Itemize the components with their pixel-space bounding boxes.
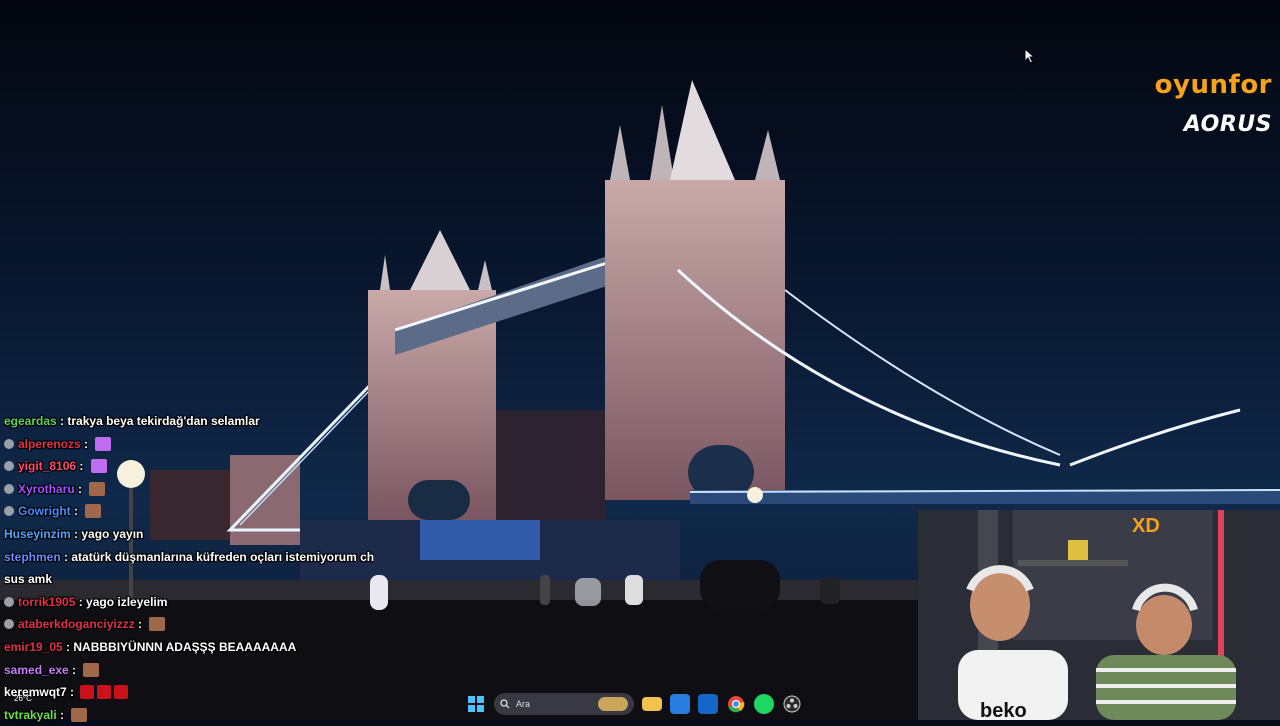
chat-text: sus amk [4,572,53,587]
chat-emote-icon [85,504,102,519]
chat-text: yago izleyelim [86,594,168,609]
search-highlight-image [598,697,628,711]
chat-message: torrik1905 : yago izleyelim [4,591,374,614]
chat-username[interactable]: torrik1905 [18,595,75,609]
store-icon[interactable] [670,694,690,714]
chat-username[interactable]: alperenozs [18,437,81,451]
oyunfor-logo: oyunfor [1155,70,1272,100]
chat-emote-icon [83,662,100,677]
file-explorer-icon[interactable] [642,697,662,711]
chat-emote-icon [149,617,166,632]
chat-message: sus amk [4,568,374,591]
chat-text: trakya beya tekirdağ'dan selamlar [67,414,260,428]
chat-emote-icon [95,436,112,451]
chat-text: yago yayın [81,526,144,541]
chat-username[interactable]: stephmen [4,550,61,564]
chat-separator: : [80,436,92,451]
chat-username[interactable]: Gowright [18,504,71,518]
chat-badge-icon [4,596,14,607]
chat-message: stephmen : atatürk düşmanlarına küfreden… [4,546,374,569]
windows-start-icon[interactable] [466,694,486,714]
chat-separator: : [60,549,72,564]
mouse-cursor-icon [1024,48,1036,64]
chat-separator: : [62,639,74,654]
chat-separator: : [134,617,146,632]
chat-separator: : [68,662,80,677]
chat-separator: : [74,481,86,496]
chat-message: yigit_8106 : [4,455,374,478]
webcam-feed: XD beko [918,510,1280,720]
chat-emote-icon [90,459,107,474]
chat-message: Huseyinzim : yago yayın [4,523,374,546]
chat-badge-icon [4,506,14,517]
chat-badge-icon [4,461,14,472]
weather-widget[interactable]: 26°C [14,694,32,703]
chat-username[interactable]: Huseyinzim [4,527,71,541]
chat-message: emir19_05 : NABBBIYÜNNN ADAŞŞŞ BEAAAAAAA [4,636,374,659]
chat-badge-icon [4,438,14,449]
chat-separator: : [70,526,82,541]
mail-icon[interactable] [698,694,718,714]
search-placeholder: Ara [516,699,531,709]
chat-separator: : [76,459,87,474]
weather-temperature: 26°C [14,694,32,703]
search-icon [500,699,510,709]
chat-username[interactable]: emir19_05 [4,640,63,654]
webcam-image: XD beko [918,510,1280,720]
webcam-sign-text: XD [1132,515,1160,537]
chat-text: NABBBIYÜNNN ADAŞŞŞ BEAAAAAAA [73,639,297,654]
chat-username[interactable]: Xyrotharu [18,482,75,496]
chat-text: atatürk düşmanlarına küfreden oçları ist… [71,549,374,564]
chrome-icon[interactable] [726,694,746,714]
chat-username[interactable]: egeardas [4,414,57,428]
chat-message: Xyrotharu : [4,478,374,501]
spotify-icon[interactable] [754,694,774,714]
obs-icon[interactable] [782,694,802,714]
chat-message: samed_exe : [4,659,374,682]
taskbar-search-box[interactable]: Ara [494,693,634,715]
chat-message: egeardas : trakya beya tekirdağ'dan sela… [4,410,374,433]
chat-badge-icon [4,483,14,494]
chat-username[interactable]: yigit_8106 [18,459,76,473]
chat-overlay: egeardas : trakya beya tekirdağ'dan sela… [4,410,374,726]
oyunfor-logo-text: oyunfor [1154,70,1272,100]
chat-emote-icon [89,481,106,496]
chat-badge-icon [4,619,14,630]
chat-message: Gowright : [4,500,374,523]
aorus-logo: AORUS [1184,112,1272,137]
chat-username[interactable]: samed_exe [4,663,69,677]
chat-message: ataberkdoganciyizzz : [4,613,374,636]
chat-username[interactable]: ataberkdoganciyizzz [18,617,135,631]
webcam-jersey-text: beko [980,700,1027,720]
chat-message: alperenozs : [4,433,374,456]
chat-separator: : [56,414,68,428]
chat-separator: : [70,504,82,519]
aorus-logo-text: AORUS [1183,112,1272,137]
chat-separator: : [75,594,87,609]
windows-taskbar: Ara [466,691,802,717]
